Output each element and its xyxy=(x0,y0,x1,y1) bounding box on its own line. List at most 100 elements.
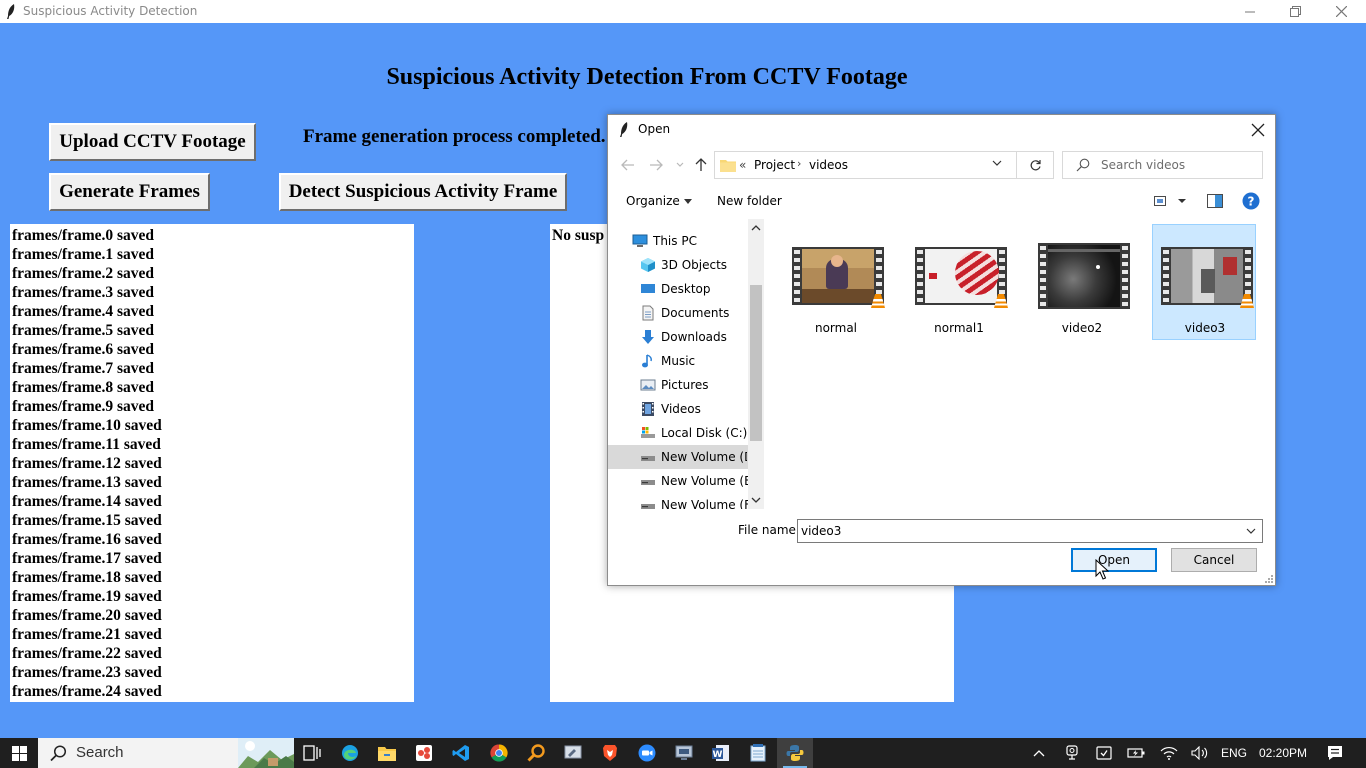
dialog-title: Open xyxy=(638,122,671,136)
taskbar-file-explorer[interactable] xyxy=(369,738,405,768)
organize-menu[interactable]: Organize xyxy=(626,194,692,208)
nav-item-documents[interactable]: Documents xyxy=(608,301,748,325)
start-button[interactable] xyxy=(0,738,38,768)
nav-item-music[interactable]: Music xyxy=(608,349,748,373)
nav-item-pictures[interactable]: Pictures xyxy=(608,373,748,397)
address-bar[interactable]: « Project › videos xyxy=(714,151,1054,179)
organize-label: Organize xyxy=(626,194,680,208)
taskbar-app-red[interactable] xyxy=(406,738,442,768)
restore-button[interactable] xyxy=(1272,0,1318,23)
close-icon xyxy=(1335,6,1347,17)
taskbar-edge[interactable] xyxy=(332,738,368,768)
help-icon: ? xyxy=(1242,192,1260,210)
drive-icon xyxy=(641,456,655,461)
dialog-title-bar: Open xyxy=(608,115,1275,145)
nav-item-new-volume-e[interactable]: New Volume (E:) xyxy=(608,469,760,493)
action-center-button[interactable] xyxy=(1320,738,1350,768)
chevron-down-icon xyxy=(676,162,684,167)
nav-label: Downloads xyxy=(661,330,727,344)
back-button[interactable] xyxy=(619,156,637,174)
taskbar-search-text: Search xyxy=(76,744,124,761)
show-hidden-icons-button[interactable] xyxy=(1029,738,1049,768)
arrow-left-icon xyxy=(621,159,634,171)
forward-button[interactable] xyxy=(647,156,665,174)
log-line: frames/frame.24 saved xyxy=(12,683,162,700)
zoom-icon xyxy=(638,744,656,762)
nav-item-desktop[interactable]: Desktop xyxy=(608,277,748,301)
cancel-button[interactable]: Cancel xyxy=(1171,548,1257,572)
desktop-icon xyxy=(641,284,655,293)
change-view-button[interactable] xyxy=(1154,194,1190,211)
up-folder-button[interactable] xyxy=(692,156,710,174)
search-videos-input[interactable]: Search videos xyxy=(1062,151,1263,179)
navigation-pane: This PC 3D Objects Desktop Documents Dow… xyxy=(608,219,764,509)
nav-item-this-pc[interactable]: This PC xyxy=(608,229,748,253)
chevron-down-icon[interactable] xyxy=(1246,528,1256,535)
file-explorer-icon xyxy=(378,747,396,761)
chevron-up-icon[interactable] xyxy=(751,224,761,231)
detect-suspicious-activity-button[interactable]: Detect Suspicious Activity Frame xyxy=(279,173,567,211)
word-icon: W xyxy=(712,745,729,761)
chevron-down-icon[interactable] xyxy=(992,160,1002,167)
breadcrumb-project[interactable]: Project xyxy=(754,158,795,172)
help-button[interactable]: ? xyxy=(1242,192,1260,213)
tray-battery[interactable] xyxy=(1125,738,1147,768)
taskbar-zoom[interactable] xyxy=(629,738,665,768)
tray-language[interactable]: ENG xyxy=(1219,738,1249,768)
file-item-video2[interactable]: video2 xyxy=(1029,224,1133,340)
windows-logo-icon xyxy=(11,745,27,761)
scrollbar-thumb[interactable] xyxy=(750,285,762,441)
taskbar-search-box[interactable]: Search xyxy=(38,738,294,768)
breadcrumb-videos[interactable]: videos xyxy=(809,158,848,172)
file-name: video3 xyxy=(1184,321,1226,335)
tray-webcam[interactable] xyxy=(1061,738,1083,768)
taskbar-chrome[interactable] xyxy=(481,738,517,768)
tray-clock[interactable]: 02:20PM xyxy=(1254,738,1312,768)
new-folder-button[interactable]: New folder xyxy=(717,194,782,208)
upload-cctv-footage-button[interactable]: Upload CCTV Footage xyxy=(49,123,256,161)
taskbar-notepad[interactable] xyxy=(740,738,776,768)
preview-pane-button[interactable] xyxy=(1207,194,1223,211)
tray-network[interactable] xyxy=(1158,738,1180,768)
file-name-input[interactable]: video3 xyxy=(797,519,1263,543)
tray-security[interactable] xyxy=(1093,738,1115,768)
file-item-normal1[interactable]: normal1 xyxy=(906,224,1010,340)
window-title: Suspicious Activity Detection xyxy=(23,4,198,18)
nav-item-new-volume-f[interactable]: New Volume (F:) xyxy=(608,493,759,509)
taskbar-word[interactable]: W xyxy=(703,738,739,768)
taskbar-python-app[interactable] xyxy=(777,738,813,768)
taskbar-vscode[interactable] xyxy=(443,738,479,768)
taskbar-brave[interactable] xyxy=(592,738,628,768)
file-item-normal[interactable]: normal xyxy=(783,224,887,340)
security-icon xyxy=(1096,746,1112,760)
video-thumbnail xyxy=(915,245,1008,308)
nav-item-new-volume-d[interactable]: New Volume (D: xyxy=(608,445,748,469)
generate-frames-button[interactable]: Generate Frames xyxy=(49,173,210,211)
breadcrumb-overflow[interactable]: « xyxy=(739,158,746,172)
dialog-close-button[interactable] xyxy=(1249,121,1267,139)
task-view-icon xyxy=(303,745,321,761)
navigation-pane-scrollbar[interactable] xyxy=(748,219,764,509)
pictures-icon xyxy=(640,379,656,391)
open-button[interactable]: Open xyxy=(1071,548,1157,572)
close-button[interactable] xyxy=(1318,0,1364,23)
nav-item-local-disk-c[interactable]: Local Disk (C:) xyxy=(608,421,748,445)
camera-icon xyxy=(1066,745,1078,760)
recent-locations-button[interactable] xyxy=(671,156,689,174)
tray-volume[interactable] xyxy=(1189,738,1211,768)
log-line: frames/frame.3 saved xyxy=(12,284,155,301)
file-item-video3[interactable]: video3 xyxy=(1152,224,1256,340)
refresh-button[interactable] xyxy=(1016,152,1053,178)
nav-item-3d-objects[interactable]: 3D Objects xyxy=(608,253,748,277)
resize-grip-icon[interactable] xyxy=(1265,575,1273,583)
arrow-up-icon xyxy=(695,158,707,171)
minimize-button[interactable] xyxy=(1227,0,1273,23)
nav-item-downloads[interactable]: Downloads xyxy=(608,325,748,349)
task-view-button[interactable] xyxy=(294,738,330,768)
frames-log-textbox[interactable]: frames/frame.0 saved frames/frame.1 save… xyxy=(10,224,414,702)
chevron-down-icon[interactable] xyxy=(751,497,761,504)
taskbar-app-whiteboard[interactable] xyxy=(555,738,591,768)
taskbar-search-app[interactable] xyxy=(518,738,554,768)
taskbar-remote-desktop[interactable] xyxy=(666,738,702,768)
nav-item-videos[interactable]: Videos xyxy=(608,397,748,421)
